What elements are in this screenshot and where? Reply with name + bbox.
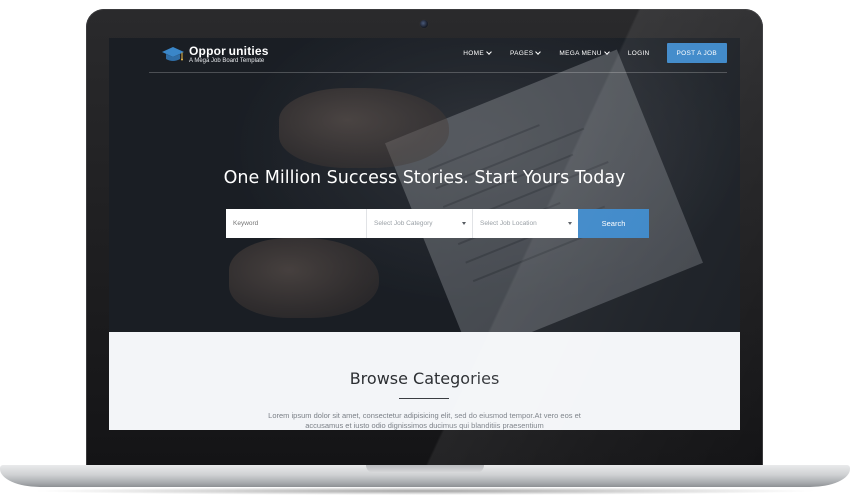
nav-item-label: PAGES xyxy=(509,49,534,57)
nav-item-pages[interactable]: PAGES xyxy=(509,49,542,57)
keyword-input[interactable] xyxy=(226,209,367,238)
graduation-cap-icon xyxy=(162,47,184,61)
caret-down-icon xyxy=(462,222,466,225)
caret-down-icon xyxy=(568,222,572,225)
section-title: Browse Categories xyxy=(349,369,500,388)
nav-item-label: MEGA MENU xyxy=(559,49,602,57)
job-search-bar: Select Job Category Select Job Location … xyxy=(226,209,649,238)
brand-tagline: A Mega Job Board Template xyxy=(189,58,265,64)
hero-headline: One Million Success Stories. Start Yours… xyxy=(223,168,626,188)
title-divider xyxy=(399,398,449,399)
nav-item-mega-menu[interactable]: MEGA MENU xyxy=(559,49,610,57)
main-menu: HOME PAGES MEGA MENU LOGIN POST A JOB xyxy=(444,43,727,63)
nav-item-label: LOGIN xyxy=(627,49,650,57)
laptop-screen: Oppor unities A Mega Job Board Template … xyxy=(109,38,740,430)
browse-categories-section: Browse Categories Lorem ipsum dolor sit … xyxy=(109,332,740,430)
nav-item-home[interactable]: HOME xyxy=(463,49,492,57)
laptop-base-notch xyxy=(366,465,484,473)
section-description: Lorem ipsum dolor sit amet, consectetur … xyxy=(268,411,581,430)
chevron-down-icon xyxy=(603,49,610,55)
laptop-mockup: Oppor unities A Mega Job Board Template … xyxy=(0,0,850,501)
top-navbar: Oppor unities A Mega Job Board Template … xyxy=(149,38,727,73)
job-location-placeholder: Select Job Location xyxy=(480,220,537,227)
webcam-icon xyxy=(420,20,428,28)
brand-name: Oppor unities xyxy=(189,44,269,58)
post-a-job-button[interactable]: POST A JOB xyxy=(666,43,727,63)
job-location-select[interactable]: Select Job Location xyxy=(473,209,578,238)
job-category-select[interactable]: Select Job Category xyxy=(367,209,473,238)
chevron-down-icon xyxy=(486,49,492,55)
nav-item-login[interactable]: LOGIN xyxy=(628,50,650,57)
chevron-down-icon xyxy=(535,49,542,55)
search-button[interactable]: Search xyxy=(578,209,649,238)
nav-item-label: HOME xyxy=(463,49,484,57)
job-category-placeholder: Select Job Category xyxy=(374,220,433,227)
